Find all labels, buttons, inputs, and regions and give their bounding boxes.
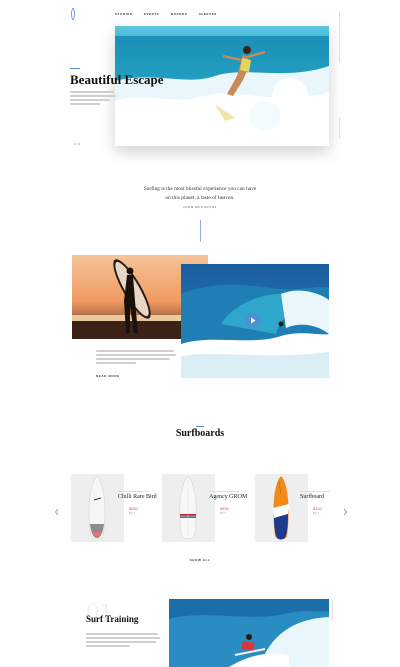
board-card-2[interactable] [162, 474, 215, 542]
board-1-name[interactable]: Chilli Rare Bird [118, 494, 157, 500]
board-1-buy[interactable]: BUY [129, 512, 136, 515]
play-icon [251, 317, 256, 324]
board-2-price: $450 [220, 506, 229, 511]
board-3-eyebrow [300, 491, 330, 492]
show-all-link[interactable]: SHOW ALL [180, 558, 220, 562]
side-scroll-indicator [339, 118, 340, 138]
play-button[interactable] [245, 313, 260, 328]
board-2-name[interactable]: Agency GROM [209, 494, 247, 500]
board-card-3[interactable] [255, 474, 308, 542]
board-card-1[interactable] [71, 474, 124, 542]
story-text-placeholder [96, 350, 176, 364]
board-3-name[interactable]: Surfboard [300, 494, 324, 500]
training-text-placeholder [86, 633, 160, 647]
hero-title: Beautiful Escape [70, 72, 164, 87]
brand-logo[interactable] [70, 8, 76, 20]
board-3-buy[interactable]: BUY [313, 512, 320, 515]
board-image-2 [179, 475, 197, 540]
quote-author: JOHN MCCARTHY [182, 205, 218, 209]
story-video-wave[interactable] [181, 264, 329, 378]
chevron-right-icon [343, 508, 348, 516]
nav-item-boards[interactable]: BOARDS [171, 12, 188, 16]
board-image-3 [273, 476, 289, 540]
hero-description-placeholder [70, 91, 116, 105]
board-image-1 [88, 475, 106, 540]
quote-divider [200, 220, 201, 242]
surfboards-eyebrow-line [196, 426, 204, 427]
read-more-link[interactable]: READ MORE [96, 374, 120, 378]
chevron-left-icon [54, 508, 59, 516]
side-menu-indicator[interactable] [339, 12, 340, 62]
carousel-prev-button[interactable] [54, 503, 60, 516]
nav-item-events[interactable]: EVENTS [144, 12, 160, 16]
training-image [169, 599, 329, 667]
board-3-price: $100 [313, 506, 322, 511]
board-2-eyebrow [209, 491, 239, 492]
hero-pager-text: 1 / 3 [74, 142, 80, 146]
hero-pager[interactable]: 1 / 3 [74, 142, 80, 146]
board-1-eyebrow [118, 491, 148, 492]
hero-eyebrow-line [70, 68, 80, 69]
quote-text: Surfing is the most blissful experience … [110, 185, 290, 203]
quote-line-1: Surfing is the most blissful experience … [143, 186, 257, 192]
nav-item-sleeves[interactable]: SLEEVES [199, 12, 217, 16]
board-2-buy[interactable]: BUY [220, 512, 227, 515]
nav-item-stories[interactable]: STORIES [115, 12, 132, 16]
main-nav: STORIES EVENTS BOARDS SLEEVES [115, 12, 227, 16]
training-title: Surf Training [86, 614, 139, 624]
board-1-price: $650 [129, 506, 138, 511]
carousel-next-button[interactable] [342, 503, 348, 516]
surfboards-title: Surfboards [175, 428, 225, 439]
quote-line-2: on this planet, a taste of heaven. [165, 195, 235, 201]
training-side-line [332, 600, 333, 620]
